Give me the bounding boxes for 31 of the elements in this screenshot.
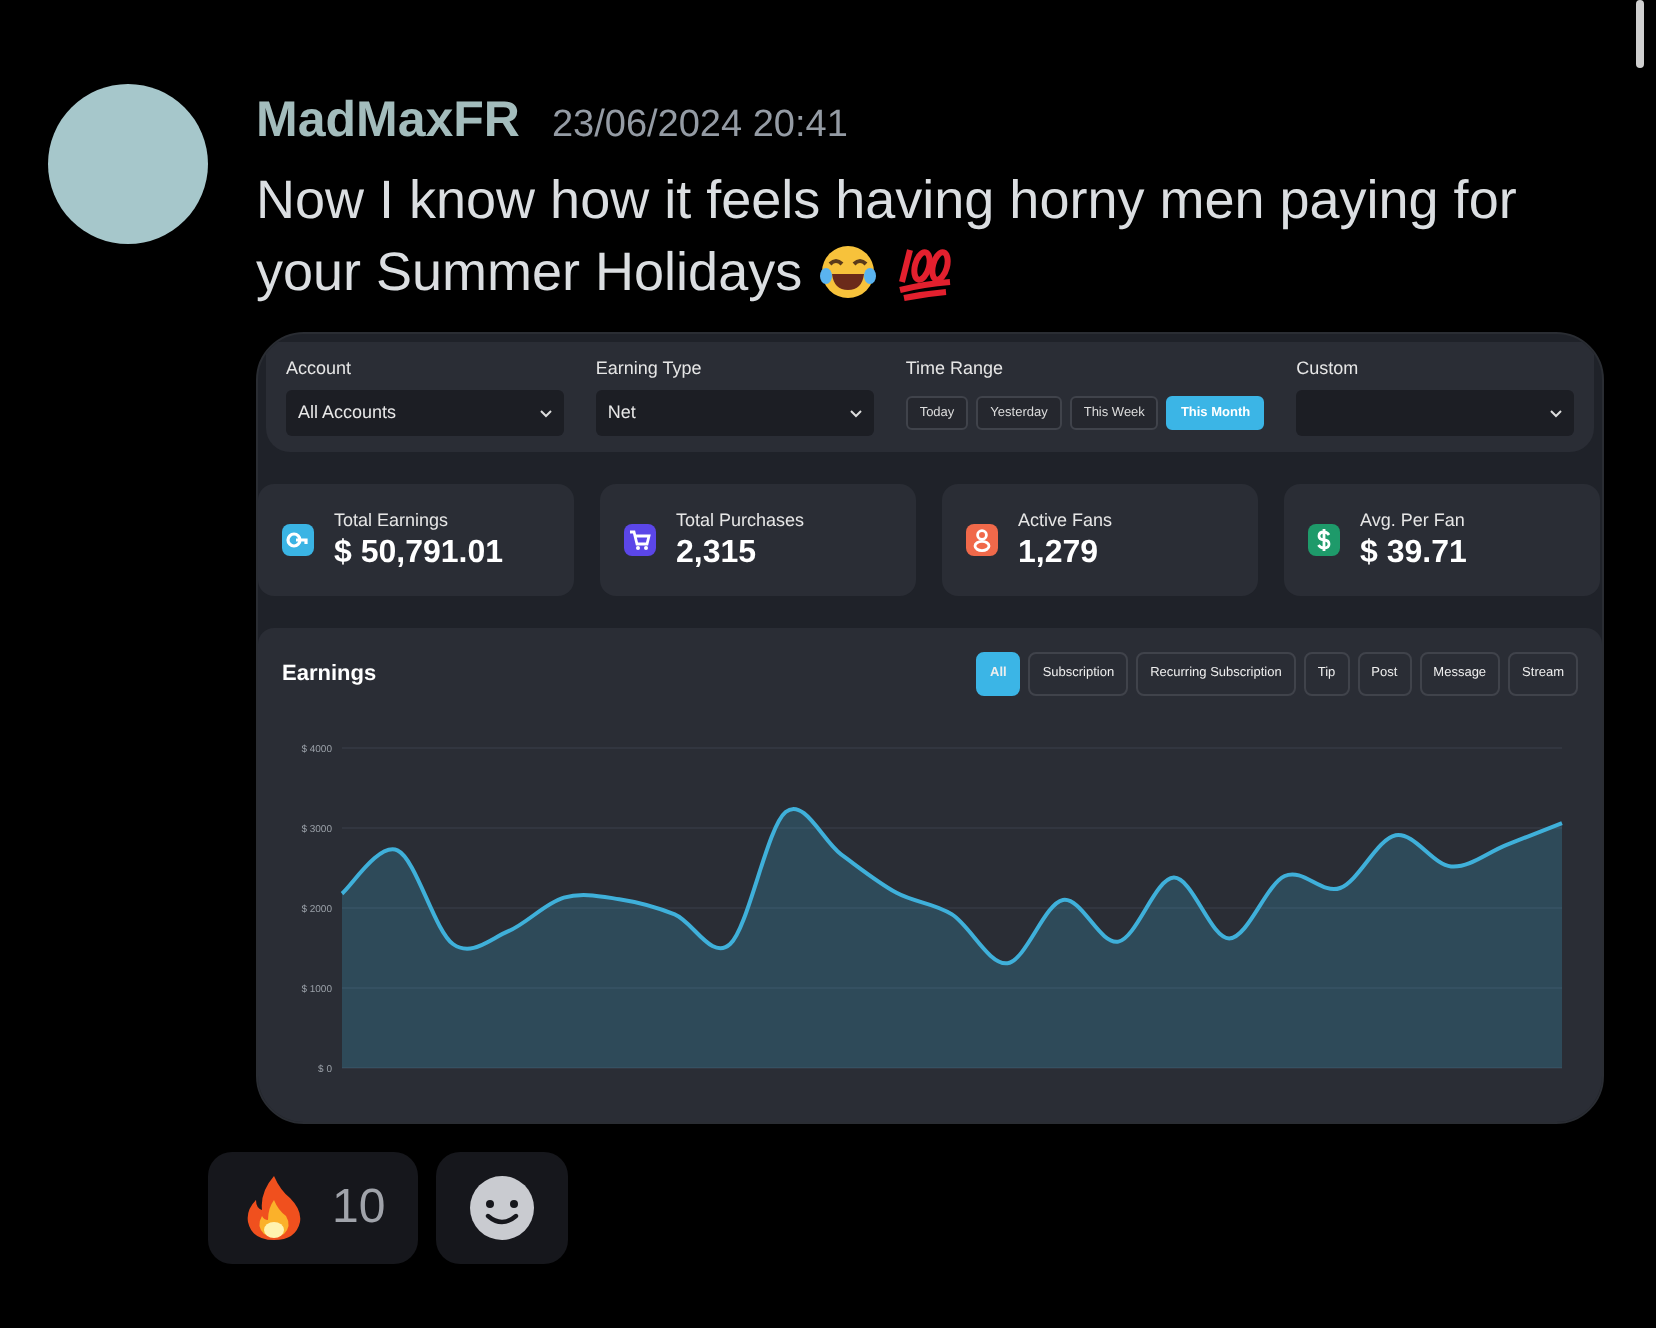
- stat-value: $ 39.71: [1360, 535, 1467, 572]
- stat-value: $ 50,791.01: [334, 535, 504, 572]
- laughing-face-icon: [818, 241, 879, 301]
- stat-label: Total Purchases: [676, 508, 805, 535]
- stat-label: Total Earnings: [334, 508, 451, 535]
- add-reaction-button[interactable]: [435, 1151, 568, 1263]
- stat-label: Active Fans: [1018, 508, 1113, 535]
- username[interactable]: MadMaxFR: [256, 84, 520, 159]
- chevron-down-icon: [849, 409, 862, 417]
- chevron-down-icon: [1550, 409, 1563, 417]
- dropdown-value: Net: [607, 399, 636, 426]
- filter-label: Time Range: [905, 355, 1005, 382]
- stat-value: 1,279: [1018, 535, 1101, 572]
- reaction-button[interactable]: 10: [208, 1151, 418, 1263]
- reaction-count: 10: [332, 1177, 386, 1237]
- filter-label: Account: [286, 355, 354, 381]
- smiley-icon: [467, 1173, 536, 1241]
- panel-title: Earnings: [282, 659, 377, 690]
- chevron-down-icon: [539, 409, 552, 417]
- message-text: Now I know how it feels having horny men paying for: [256, 169, 1517, 229]
- message-text: your Summer Holidays: [256, 239, 803, 306]
- filter-label: Earning Type: [595, 355, 704, 382]
- timestamp: 23/06/2024 20:41: [551, 102, 848, 150]
- dropdown[interactable]: Net: [595, 390, 874, 436]
- stat-label: Avg. Per Fan: [1360, 508, 1467, 535]
- filter-label: Custom: [1296, 355, 1361, 381]
- stat-value: 2,315: [676, 535, 759, 572]
- scrollbar[interactable]: [1636, 0, 1644, 68]
- dropdown-value: All Accounts: [298, 399, 397, 426]
- fire-icon: [244, 1173, 304, 1241]
- dropdown[interactable]: All Accounts: [286, 390, 564, 436]
